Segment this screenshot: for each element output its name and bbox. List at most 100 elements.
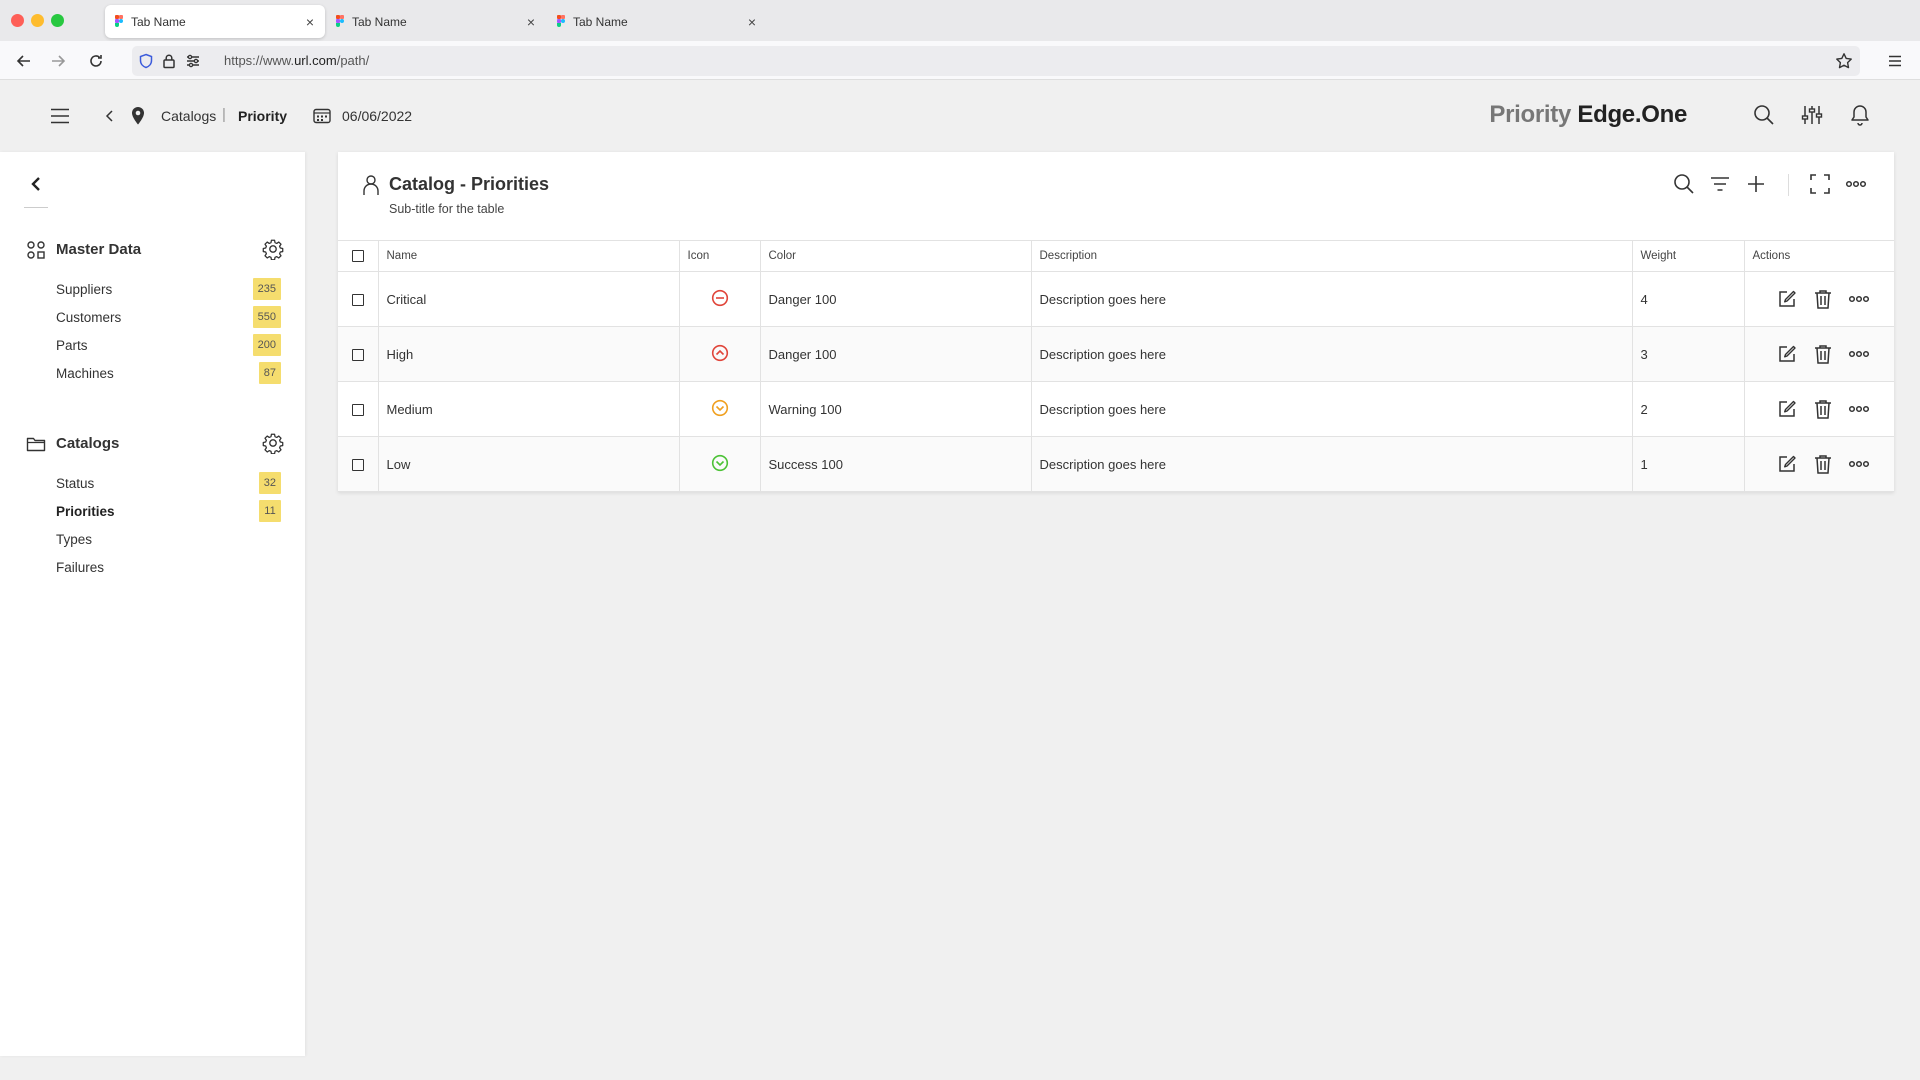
column-header-weight[interactable]: Weight: [1632, 240, 1745, 272]
browser-tab-3[interactable]: Tab Name ×: [547, 5, 767, 38]
column-header-icon[interactable]: Icon: [679, 240, 761, 272]
chevron-down-circle-icon: [711, 399, 729, 420]
table-row[interactable]: High Danger 100 Description goes here 3: [338, 326, 1894, 382]
row-checkbox[interactable]: [351, 294, 364, 307]
trash-icon[interactable]: [1811, 287, 1835, 311]
edit-icon[interactable]: [1775, 287, 1799, 311]
sidebar-item-machines[interactable]: Machines 87: [56, 362, 281, 386]
browser-tab-strip: Tab Name × Tab Name × Tab Name ×: [0, 0, 1920, 41]
tab-close-icon[interactable]: ×: [745, 14, 759, 30]
gear-icon[interactable]: [262, 432, 286, 456]
table-header-row: Name Icon Color Description Weight Actio…: [338, 240, 1894, 272]
lock-icon[interactable]: [159, 51, 179, 71]
edit-icon[interactable]: [1775, 342, 1799, 366]
cell-name: High: [378, 326, 680, 382]
user-icon: [362, 174, 380, 196]
select-all-cell: [338, 240, 379, 272]
edit-icon[interactable]: [1775, 452, 1799, 476]
count-badge: 87: [258, 362, 281, 384]
sidebar: Master Data Suppliers 235 Customers 550 …: [0, 152, 305, 1056]
tab-close-icon[interactable]: ×: [303, 14, 317, 30]
more-options-icon[interactable]: [1844, 172, 1868, 196]
breadcrumb-catalogs[interactable]: Catalogs: [161, 108, 216, 124]
tab-close-icon[interactable]: ×: [524, 14, 538, 30]
chevron-left-icon[interactable]: [102, 107, 118, 125]
card-title: Catalog - Priorities: [389, 174, 550, 194]
current-date[interactable]: 06/06/2022: [342, 108, 412, 124]
row-checkbox[interactable]: [351, 349, 364, 362]
count-badge: 11: [259, 500, 281, 522]
table-search-icon[interactable]: [1672, 172, 1696, 196]
sidebar-section-catalogs: Catalogs: [26, 431, 286, 457]
sidebar-item-label: Priorities: [56, 504, 115, 519]
gear-icon[interactable]: [262, 238, 286, 262]
sidebar-item-types[interactable]: Types: [56, 528, 281, 552]
filter-icon[interactable]: [1708, 172, 1732, 196]
cell-actions: [1744, 271, 1894, 327]
select-all-checkbox[interactable]: [351, 249, 364, 262]
row-checkbox[interactable]: [351, 404, 364, 417]
cell-icon: [679, 326, 761, 382]
close-window-button[interactable]: [11, 14, 24, 27]
row-select-cell: [338, 326, 379, 382]
trash-icon[interactable]: [1811, 452, 1835, 476]
column-header-color[interactable]: Color: [760, 240, 1032, 272]
trash-icon[interactable]: [1811, 397, 1835, 421]
trash-icon[interactable]: [1811, 342, 1835, 366]
address-bar[interactable]: https://www.url.com/path/: [132, 46, 1860, 76]
count-badge: 32: [258, 472, 281, 494]
table-row[interactable]: Critical Danger 100 Description goes her…: [338, 271, 1894, 327]
url-text[interactable]: https://www.url.com/path/: [224, 53, 369, 68]
edit-icon[interactable]: [1775, 397, 1799, 421]
figma-icon: [336, 15, 345, 28]
sidebar-item-status[interactable]: Status 32: [56, 472, 281, 496]
calendar-icon[interactable]: [312, 106, 332, 126]
cell-color: Danger 100: [760, 271, 1032, 327]
tab-label: Tab Name: [352, 14, 407, 29]
sliders-icon[interactable]: [1800, 103, 1824, 127]
maximize-window-button[interactable]: [51, 14, 64, 27]
sidebar-item-suppliers[interactable]: Suppliers 235: [56, 278, 281, 302]
site-settings-icon[interactable]: [183, 51, 203, 71]
collapse-sidebar-icon[interactable]: [24, 172, 48, 196]
row-checkbox[interactable]: [351, 459, 364, 472]
minus-circle-icon: [711, 289, 729, 310]
menu-icon[interactable]: [48, 104, 72, 128]
bell-icon[interactable]: [1848, 103, 1872, 127]
card-subtitle: Sub-title for the table: [389, 202, 505, 216]
reload-icon[interactable]: [86, 51, 106, 71]
row-more-icon[interactable]: [1847, 342, 1871, 366]
cell-description: Description goes here: [1031, 381, 1633, 437]
sidebar-item-label: Failures: [56, 560, 105, 575]
sidebar-item-priorities[interactable]: Priorities 11: [56, 500, 281, 524]
minimize-window-button[interactable]: [31, 14, 44, 27]
sidebar-item-customers[interactable]: Customers 550: [56, 306, 281, 330]
forward-arrow-icon[interactable]: [48, 51, 68, 71]
cell-weight: 1: [1632, 436, 1745, 492]
location-pin-icon: [128, 105, 148, 127]
column-header-description[interactable]: Description: [1031, 240, 1633, 272]
tab-label: Tab Name: [573, 14, 628, 29]
search-icon[interactable]: [1752, 103, 1776, 127]
divider: [1788, 174, 1789, 196]
back-arrow-icon[interactable]: [14, 51, 34, 71]
table-row[interactable]: Medium Warning 100 Description goes here…: [338, 381, 1894, 437]
row-more-icon[interactable]: [1847, 452, 1871, 476]
count-badge: 235: [252, 278, 281, 300]
browser-tab-2[interactable]: Tab Name ×: [326, 5, 546, 38]
shield-icon[interactable]: [136, 51, 156, 71]
table-row[interactable]: Low Success 100 Description goes here 1: [338, 436, 1894, 492]
browser-menu-icon[interactable]: [1885, 51, 1905, 71]
sidebar-item-failures[interactable]: Failures: [56, 556, 281, 580]
row-select-cell: [338, 271, 379, 327]
fullscreen-icon[interactable]: [1808, 172, 1832, 196]
sidebar-item-label: Types: [56, 532, 93, 547]
add-icon[interactable]: [1744, 172, 1768, 196]
bookmark-star-icon[interactable]: [1834, 51, 1854, 71]
browser-tab-1[interactable]: Tab Name ×: [105, 5, 325, 38]
sidebar-item-parts[interactable]: Parts 200: [56, 334, 281, 358]
row-more-icon[interactable]: [1847, 397, 1871, 421]
row-more-icon[interactable]: [1847, 287, 1871, 311]
cell-description: Description goes here: [1031, 436, 1633, 492]
column-header-name[interactable]: Name: [378, 240, 680, 272]
